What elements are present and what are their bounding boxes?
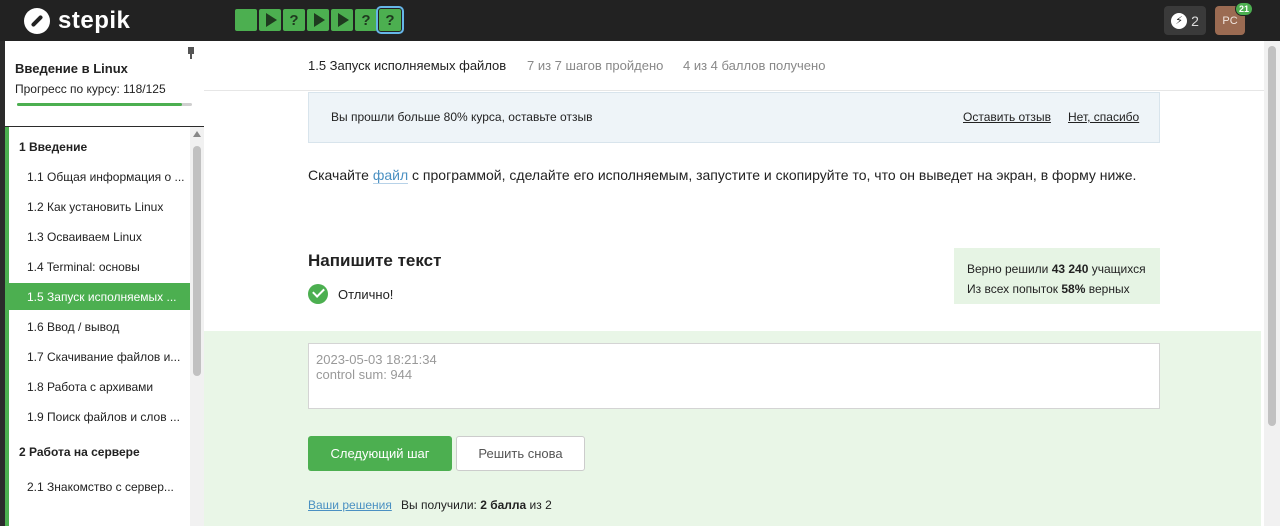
energy-value: 2 bbox=[1191, 12, 1199, 29]
toc-section[interactable]: 2 Работа на сервере bbox=[9, 438, 190, 465]
toc-section[interactable]: 1 Введение bbox=[9, 133, 190, 160]
file-link[interactable]: файл bbox=[372, 167, 409, 184]
leave-review-link[interactable]: Оставить отзыв bbox=[963, 110, 1051, 124]
step-7-quiz-icon[interactable]: ? bbox=[376, 6, 404, 34]
lesson-steps-done: 7 из 7 шагов пройдено bbox=[527, 58, 664, 73]
active-item-arrow bbox=[182, 259, 190, 273]
no-thanks-link[interactable]: Нет, спасибо bbox=[1068, 110, 1139, 124]
course-header: Введение в Linux Прогресс по курсу: 118/… bbox=[5, 41, 204, 126]
score-received: Вы получили: 2 балла из 2 bbox=[401, 498, 552, 512]
step-navigation: ??? bbox=[235, 6, 404, 34]
toc-lesson[interactable]: 2.1 Знакомство с сервер... bbox=[9, 473, 190, 500]
instruction-text-after: с программой, сделайте его исполняемым, … bbox=[408, 167, 1137, 183]
step-2-video-icon[interactable] bbox=[259, 9, 281, 31]
solve-stats: Верно решили 43 240 учащихся Из всех поп… bbox=[954, 248, 1160, 304]
toc-lesson[interactable]: 1.3 Осваиваем Linux bbox=[9, 223, 190, 250]
lesson-title: 1.5 Запуск исполняемых файлов bbox=[308, 58, 507, 73]
stats-attempts: Из всех попыток 58% верных bbox=[967, 282, 1130, 296]
toc-lesson[interactable]: 1.5 Запуск исполняемых ... bbox=[9, 283, 190, 310]
lightning-icon: ⚡ bbox=[1171, 12, 1188, 29]
toc-lesson[interactable]: 1.6 Ввод / вывод bbox=[9, 313, 190, 340]
check-circle-icon bbox=[308, 284, 328, 304]
toc-lesson[interactable]: 1.2 Как установить Linux bbox=[9, 193, 190, 220]
step-1-text-icon[interactable] bbox=[235, 9, 257, 31]
step-6-quiz-icon[interactable]: ? bbox=[355, 9, 377, 31]
lesson-header: 1.5 Запуск исполняемых файлов 7 из 7 шаг… bbox=[204, 41, 1264, 91]
toc-lesson[interactable]: 1.1 Общая информация о ... bbox=[9, 163, 190, 190]
pin-icon[interactable] bbox=[186, 47, 196, 59]
avatar[interactable]: PC 21 bbox=[1215, 2, 1253, 35]
progress-value: 118/125 bbox=[123, 82, 166, 96]
progress-bar-fill bbox=[17, 103, 183, 106]
answer-textarea[interactable]: 2023-05-03 18:21:34 control sum: 944 bbox=[308, 343, 1160, 409]
step-3-quiz-icon[interactable]: ? bbox=[283, 9, 305, 31]
toc-lesson[interactable]: 1.7 Скачивание файлов и... bbox=[9, 343, 190, 370]
instruction-text-before: Скачайте bbox=[308, 167, 373, 183]
stepik-logo-icon bbox=[24, 8, 50, 34]
logo[interactable]: stepik bbox=[24, 7, 130, 35]
scroll-up-arrow-icon[interactable] bbox=[193, 131, 201, 137]
top-bar: stepik ??? ⚡ 2 PC 21 bbox=[0, 0, 1280, 41]
stats-solved: Верно решили 43 240 учащихся bbox=[967, 262, 1146, 276]
toc-lesson[interactable]: 1.4 Terminal: основы bbox=[9, 253, 190, 280]
task-title: Напишите текст bbox=[308, 251, 442, 270]
progress-bar bbox=[17, 103, 192, 106]
step-5-video-icon[interactable] bbox=[331, 9, 353, 31]
table-of-contents: 1 Введение 1.1 Общая информация о ... 1.2 … bbox=[5, 127, 190, 526]
toc-progress-rail bbox=[5, 127, 9, 526]
next-step-button[interactable]: Следующий шаг bbox=[308, 436, 452, 471]
course-progress: Прогресс по курсу: 118/125 bbox=[15, 82, 204, 96]
sidebar-scroll-thumb[interactable] bbox=[193, 146, 201, 376]
course-title[interactable]: Введение в Linux bbox=[15, 61, 204, 76]
logo-text: stepik bbox=[58, 7, 131, 34]
toc-lesson[interactable]: 1.9 Поиск файлов и слов ... bbox=[9, 403, 190, 430]
energy-counter[interactable]: ⚡ 2 bbox=[1164, 6, 1206, 35]
task-instruction: Скачайте файл с программой, сделайте его… bbox=[308, 167, 1137, 184]
progress-label: Прогресс по курсу: bbox=[15, 82, 120, 96]
result-text: Отлично! bbox=[338, 287, 394, 302]
lesson-points: 4 из 4 баллов получено bbox=[683, 58, 826, 73]
notification-badge: 21 bbox=[1234, 2, 1253, 16]
step-4-video-icon[interactable] bbox=[307, 9, 329, 31]
page-scroll-thumb[interactable] bbox=[1268, 46, 1276, 426]
solve-again-button[interactable]: Решить снова bbox=[456, 436, 585, 471]
feedback-banner: Вы прошли больше 80% курса, оставьте отз… bbox=[308, 92, 1160, 143]
avatar-initials: PC bbox=[1222, 14, 1238, 27]
toc-lesson[interactable]: 1.8 Работа с архивами bbox=[9, 373, 190, 400]
your-solutions-link[interactable]: Ваши решения bbox=[308, 498, 392, 512]
feedback-text: Вы прошли больше 80% курса, оставьте отз… bbox=[331, 110, 593, 124]
